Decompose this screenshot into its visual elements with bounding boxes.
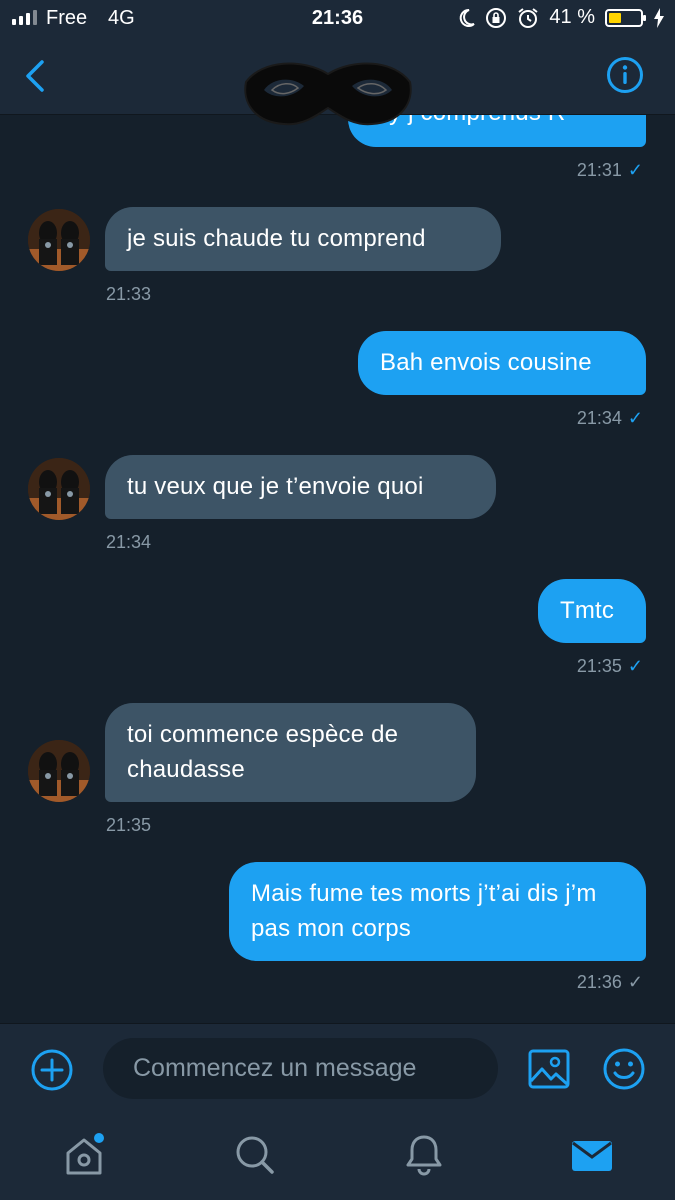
read-check-icon: ✓ [627, 656, 643, 676]
read-check-icon: ✓ [627, 408, 643, 428]
message-timestamp: 21:36 ✓ [577, 972, 643, 993]
message-text: Tmtc [560, 597, 615, 624]
add-image-button[interactable] [528, 1048, 570, 1090]
info-button[interactable] [606, 56, 644, 94]
moon-icon [460, 8, 476, 27]
incoming-message-bubble[interactable]: tu veux que je t’envoie quoi [105, 455, 496, 519]
sent-check-icon: ✓ [627, 972, 643, 992]
outgoing-message-bubble[interactable]: Mais fume tes morts j’t’ai dis j’m pas m… [229, 862, 646, 961]
back-button[interactable] [22, 58, 52, 94]
outgoing-message-bubble[interactable]: Bah envois cousine [358, 331, 646, 395]
emoji-icon [603, 1048, 645, 1090]
message-text: Mais fume tes morts j’t’ai dis j’m pas m… [251, 880, 597, 942]
battery-fill [609, 12, 621, 23]
message-timestamp: 21:35 ✓ [577, 656, 643, 677]
message-text: toi commence espèce de chaudasse [127, 721, 399, 783]
message-timestamp: 21:33 [106, 284, 152, 304]
message-input[interactable] [103, 1038, 498, 1099]
image-icon [528, 1049, 570, 1089]
add-circle-icon [31, 1049, 73, 1091]
redaction-mask-drawing [244, 62, 412, 126]
incoming-message-bubble[interactable]: je suis chaude tu comprend [105, 207, 501, 271]
outgoing-message-bubble[interactable]: Tmtc [538, 579, 646, 643]
search-icon [236, 1136, 274, 1174]
read-check-icon: ✓ [627, 160, 643, 180]
timestamp-text: 21:34 [576, 408, 622, 428]
tab-messages[interactable] [570, 1133, 614, 1177]
message-composer [0, 1023, 675, 1116]
timestamp-text: 21:31 [576, 160, 622, 180]
info-icon [607, 57, 643, 93]
avatar-image [28, 458, 90, 520]
avatar[interactable] [28, 458, 90, 520]
alarm-icon [518, 7, 539, 28]
timestamp-text: 21:36 [576, 972, 622, 992]
rotation-lock-icon [486, 7, 507, 28]
avatar[interactable] [28, 740, 90, 802]
tab-search[interactable] [233, 1133, 277, 1177]
battery-icon [605, 8, 646, 27]
avatar-image [28, 740, 90, 802]
tab-home[interactable] [62, 1133, 106, 1177]
bell-icon [406, 1135, 442, 1176]
tab-notifications[interactable] [402, 1133, 446, 1177]
conversation-thread[interactable]: s y j comprends R 21:31✓ je suis chaude … [0, 115, 675, 1023]
status-icons: 41 % [457, 6, 665, 29]
avatar-image [28, 209, 90, 271]
message-timestamp: 21:34 ✓ [577, 408, 643, 429]
message-text: tu veux que je t’envoie quoi [127, 473, 424, 500]
emoji-button[interactable] [602, 1047, 646, 1091]
message-timestamp: 21:31 ✓ [577, 160, 643, 181]
charging-bolt-icon [654, 7, 664, 28]
bottom-tab-bar [0, 1115, 675, 1200]
home-icon [66, 1133, 104, 1175]
message-timestamp: 21:34 [106, 532, 152, 552]
avatar[interactable] [28, 209, 90, 271]
incoming-message-bubble[interactable]: toi commence espèce de chaudasse [105, 703, 476, 802]
message-text: je suis chaude tu comprend [127, 225, 426, 252]
notification-dot [94, 1133, 104, 1143]
mail-icon [572, 1141, 612, 1171]
battery-percent: 41 % [549, 6, 595, 28]
status-bar: Free 4G 21:36 41 % [0, 0, 675, 38]
message-timestamp: 21:35 [106, 815, 152, 835]
message-text: Bah envois cousine [380, 349, 592, 376]
timestamp-text: 21:35 [576, 656, 622, 676]
add-attachment-button[interactable] [30, 1048, 74, 1092]
back-chevron-icon [26, 60, 44, 92]
